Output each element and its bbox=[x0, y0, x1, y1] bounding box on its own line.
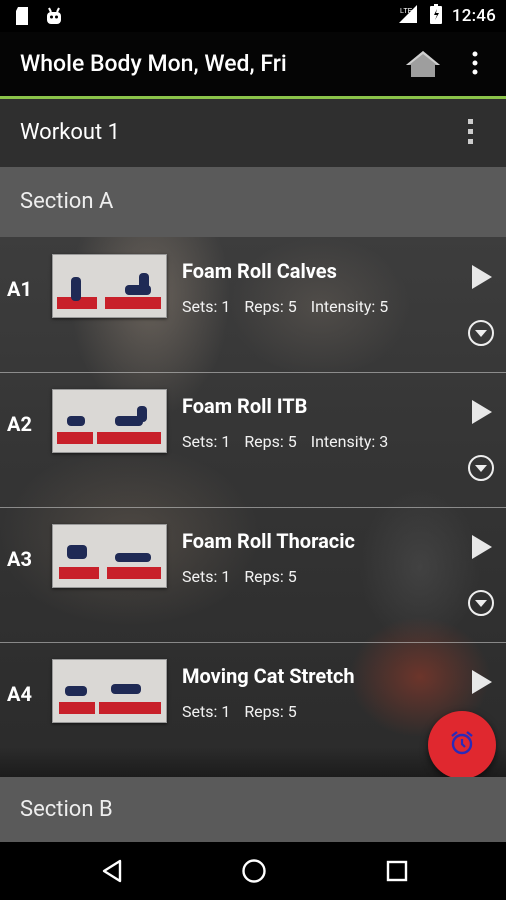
exercise-thumbnail[interactable] bbox=[52, 659, 167, 723]
workout-header: Workout 1 bbox=[0, 99, 506, 167]
exercise-name: Moving Cat Stretch bbox=[182, 664, 355, 688]
exercise-sets: Sets: 1 bbox=[182, 702, 231, 721]
svg-text:LTE: LTE bbox=[400, 8, 413, 15]
exercise-sets: Sets: 1 bbox=[182, 297, 231, 316]
more-vert-icon[interactable] bbox=[470, 50, 480, 80]
exercise-reps: Reps: 5 bbox=[244, 702, 297, 721]
exercise-code: A3 bbox=[7, 547, 32, 571]
exercise-list: A1 Foam Roll Calves Sets: 1 Reps: 5 Inte… bbox=[0, 237, 506, 777]
play-icon[interactable] bbox=[470, 398, 494, 430]
list-item[interactable]: A3 Foam Roll Thoracic Sets: 1 Reps: 5 bbox=[0, 507, 506, 643]
app-bar: Whole Body Mon, Wed, Fri bbox=[0, 32, 506, 99]
exercise-stats: Sets: 1 Reps: 5 bbox=[182, 702, 297, 721]
exercise-name: Foam Roll Calves bbox=[182, 259, 337, 283]
exercise-thumbnail[interactable] bbox=[52, 254, 167, 318]
exercise-reps: Reps: 5 bbox=[244, 432, 297, 451]
exercise-thumbnail[interactable] bbox=[52, 524, 167, 588]
section-header[interactable]: Section B bbox=[0, 777, 506, 842]
exercise-reps: Reps: 5 bbox=[244, 297, 297, 316]
app-title: Whole Body Mon, Wed, Fri bbox=[20, 50, 287, 77]
list-item[interactable]: A1 Foam Roll Calves Sets: 1 Reps: 5 Inte… bbox=[0, 237, 506, 373]
recents-icon[interactable] bbox=[385, 858, 409, 888]
chevron-down-circle-icon[interactable] bbox=[467, 319, 495, 351]
exercise-code: A2 bbox=[7, 412, 32, 436]
status-time: 12:46 bbox=[451, 6, 496, 26]
exercise-code: A1 bbox=[7, 277, 32, 301]
exercise-stats: Sets: 1 Reps: 5 Intensity: 5 bbox=[182, 297, 388, 316]
more-vert-icon[interactable] bbox=[465, 117, 477, 151]
play-icon[interactable] bbox=[470, 263, 494, 295]
section-header[interactable]: Section A bbox=[0, 167, 506, 237]
exercise-intensity: Intensity: 5 bbox=[310, 297, 389, 316]
section-title: Section B bbox=[20, 797, 113, 822]
section-title: Section A bbox=[20, 189, 114, 214]
android-debug-icon bbox=[44, 6, 64, 30]
alarm-button[interactable] bbox=[428, 711, 496, 779]
navigation-bar bbox=[0, 842, 506, 900]
status-bar: LTE 12:46 bbox=[0, 0, 506, 32]
exercise-name: Foam Roll ITB bbox=[182, 394, 308, 418]
exercise-sets: Sets: 1 bbox=[182, 432, 231, 451]
back-icon[interactable] bbox=[100, 858, 124, 888]
sd-card-icon bbox=[14, 6, 30, 30]
play-icon[interactable] bbox=[470, 668, 494, 700]
exercise-name: Foam Roll Thoracic bbox=[182, 529, 355, 553]
battery-icon bbox=[429, 4, 442, 28]
exercise-code: A4 bbox=[7, 682, 32, 706]
play-icon[interactable] bbox=[470, 533, 494, 565]
home-circle-icon[interactable] bbox=[241, 858, 267, 888]
chevron-down-circle-icon[interactable] bbox=[467, 589, 495, 621]
exercise-thumbnail[interactable] bbox=[52, 389, 167, 453]
signal-icon: LTE bbox=[398, 4, 420, 28]
chevron-down-circle-icon[interactable] bbox=[467, 454, 495, 486]
exercise-stats: Sets: 1 Reps: 5 Intensity: 3 bbox=[182, 432, 388, 451]
list-item[interactable]: A2 Foam Roll ITB Sets: 1 Reps: 5 Intensi… bbox=[0, 372, 506, 508]
home-icon[interactable] bbox=[404, 49, 442, 83]
alarm-clock-icon bbox=[449, 730, 475, 760]
exercise-intensity: Intensity: 3 bbox=[310, 432, 389, 451]
exercise-reps: Reps: 5 bbox=[244, 567, 297, 586]
exercise-sets: Sets: 1 bbox=[182, 567, 231, 586]
workout-title: Workout 1 bbox=[20, 120, 121, 145]
exercise-stats: Sets: 1 Reps: 5 bbox=[182, 567, 297, 586]
